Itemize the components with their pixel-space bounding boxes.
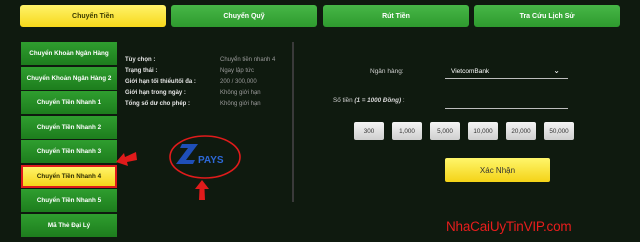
annotation-arrow-left-icon	[116, 152, 137, 166]
info-value: Ngay lập tức	[220, 67, 255, 74]
quick-amount-button[interactable]: 1,000	[392, 122, 422, 140]
sidebar-item-nhanh-2[interactable]: Chuyển Tiền Nhanh 2	[21, 115, 117, 139]
tab-chuyen-tien[interactable]: Chuyển Tiền	[20, 5, 166, 27]
info-value: Không giới hạn	[220, 89, 261, 96]
info-row: Giới hạn tối thiểu/tối đa : 200 / 300,00…	[125, 76, 290, 87]
quick-amount-button[interactable]: 20,000	[506, 122, 536, 140]
info-key: Giới hạn tối thiểu/tối đa :	[125, 78, 196, 85]
sidebar-item-ck-ngan-hang-2[interactable]: Chuyển Khoản Ngân Hàng 2	[21, 66, 117, 90]
tab-chuyen-quy[interactable]: Chuyển Quỹ	[171, 5, 317, 27]
zpays-logo-icon: PAYS	[169, 135, 241, 179]
sidebar: Chuyển Khoản Ngân Hàng Chuyển Khoản Ngân…	[21, 42, 117, 238]
sidebar-item-nhanh-4[interactable]: Chuyển Tiền Nhanh 4	[21, 164, 117, 188]
info-row: Giới hạn trong ngày : Không giới hạn	[125, 87, 290, 98]
info-key: Tùy chọn :	[125, 56, 156, 63]
amount-label-suffix: :	[402, 97, 405, 104]
column-divider	[292, 42, 294, 202]
logo-text: PAYS	[198, 155, 224, 166]
info-value: Không giới hạn	[220, 100, 261, 107]
sidebar-item-nhanh-5[interactable]: Chuyển Tiền Nhanh 5	[21, 189, 117, 212]
watermark: NhaCaiUyTinVIP.com	[446, 219, 572, 234]
info-row: Tùy chọn : Chuyển tiền nhanh 4	[125, 54, 290, 65]
confirm-button[interactable]: Xác Nhận	[445, 158, 550, 182]
zpays-logo: PAYS	[168, 134, 242, 180]
info-key: Tổng số dư cho phép :	[125, 100, 191, 107]
info-row: Trạng thái : Ngay lập tức	[125, 65, 290, 76]
sidebar-item-nhanh-1[interactable]: Chuyển Tiền Nhanh 1	[21, 91, 117, 114]
amount-label: Số tiền (1 = 1000 Đồng) :	[333, 97, 405, 104]
tab-tra-cuu-lich-su[interactable]: Tra Cứu Lịch Sử	[474, 5, 620, 27]
method-info: Tùy chọn : Chuyển tiền nhanh 4 Trạng thá…	[125, 54, 290, 109]
chevron-down-icon: ⌄	[553, 66, 560, 75]
quick-amount-button[interactable]: 50,000	[544, 122, 574, 140]
bank-select[interactable]: VietcomBank ⌄	[445, 64, 568, 79]
sidebar-item-ma-the-dai-ly[interactable]: Mã Thẻ Đại Lý	[21, 213, 117, 237]
amount-input[interactable]	[445, 96, 568, 109]
sidebar-item-nhanh-3[interactable]: Chuyển Tiền Nhanh 3	[21, 140, 117, 163]
sidebar-item-ck-ngan-hang[interactable]: Chuyển Khoản Ngân Hàng	[21, 42, 117, 65]
info-value: 200 / 300,000	[220, 78, 257, 85]
info-row: Tổng số dư cho phép : Không giới hạn	[125, 98, 290, 109]
quick-amount-button[interactable]: 10,000	[468, 122, 498, 140]
amount-label-text: Số tiền	[333, 97, 353, 104]
quick-amount-button[interactable]: 5,000	[430, 122, 460, 140]
info-key: Giới hạn trong ngày :	[125, 89, 186, 96]
info-key: Trạng thái :	[125, 67, 158, 74]
top-tabs: Chuyển Tiền Chuyển Quỹ Rút Tiền Tra Cứu …	[20, 5, 620, 27]
info-value: Chuyển tiền nhanh 4	[220, 56, 276, 63]
bank-select-value: VietcomBank	[451, 67, 490, 75]
tab-rut-tien[interactable]: Rút Tiền	[323, 5, 469, 27]
amount-label-note: (1 = 1000 Đồng)	[354, 97, 402, 104]
quick-amount-button[interactable]: 300	[354, 122, 384, 140]
annotation-arrow-up-icon	[195, 180, 209, 200]
bank-label: Ngân hàng:	[370, 68, 404, 75]
